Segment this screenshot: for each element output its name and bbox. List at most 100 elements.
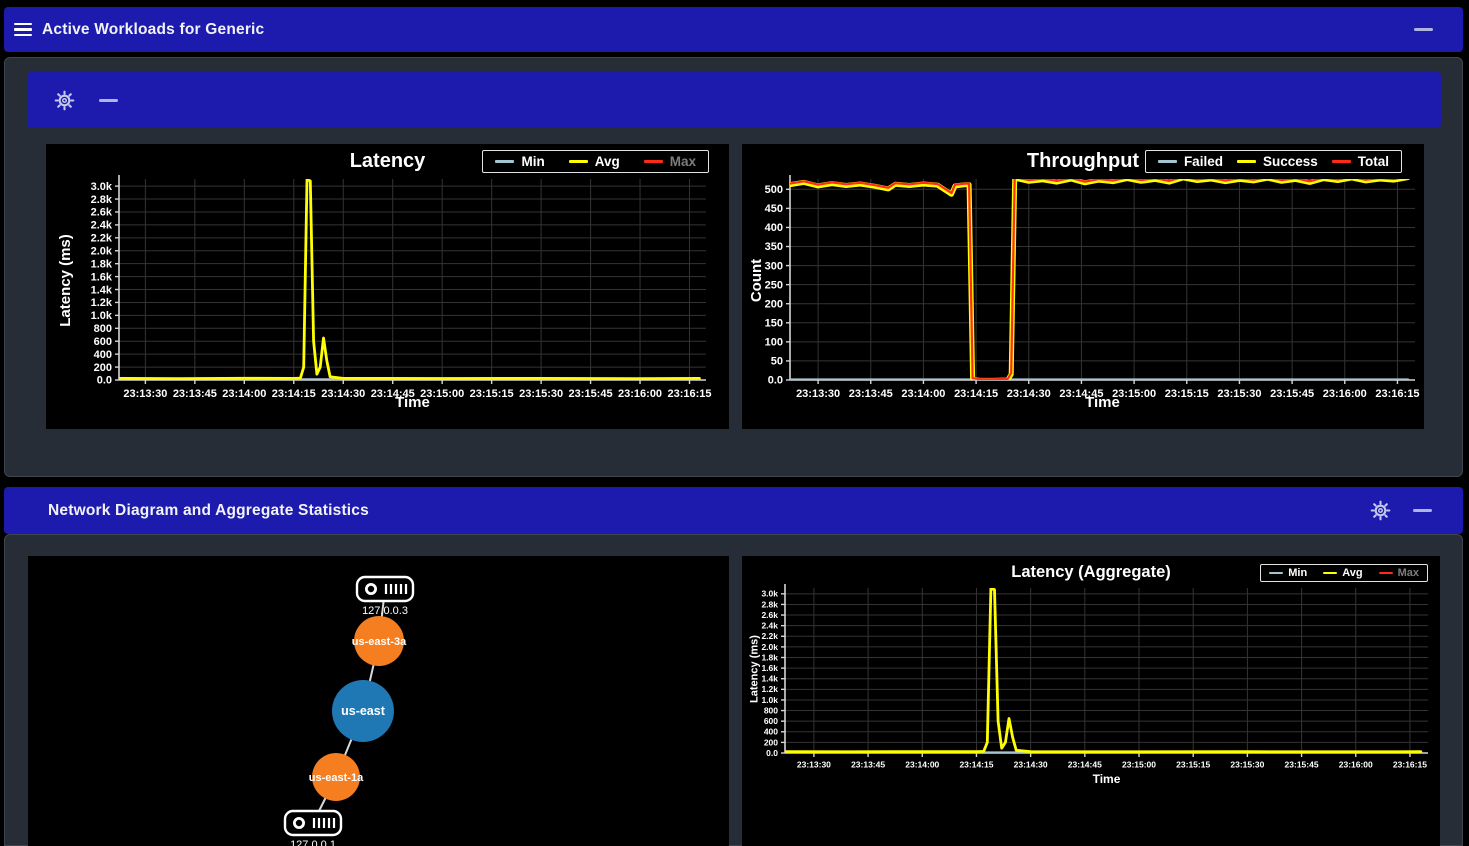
legend-dash-icon: [569, 160, 588, 163]
y-tick-label: 300: [765, 260, 783, 272]
legend-item-failed[interactable]: Failed: [1158, 154, 1223, 169]
network-node-127-0-0-1[interactable]: 127.0.0.1: [285, 811, 341, 846]
y-tick-label: 2.6k: [91, 207, 113, 219]
node-label: 127.0.0.1: [290, 839, 336, 846]
legend-item-min[interactable]: Min: [1269, 567, 1307, 579]
y-tick-label: 600: [94, 336, 112, 348]
legend-item-success[interactable]: Success: [1237, 154, 1318, 169]
window-title-bar: Active Workloads for Generic: [4, 7, 1463, 52]
legend-dash-icon: [644, 160, 663, 163]
network-node-us-east-1a[interactable]: us-east-1a: [309, 753, 364, 801]
network-node-us-east-3a[interactable]: us-east-3a: [352, 616, 407, 666]
y-tick-label: 2.2k: [761, 631, 778, 641]
y-tick-label: 2.0k: [91, 245, 113, 257]
y-axis-label: Latency (ms): [749, 587, 761, 752]
legend-item-avg[interactable]: Avg: [569, 154, 620, 169]
y-tick-label: 600: [764, 716, 778, 726]
node-label: us-east-1a: [309, 772, 364, 784]
y-tick-label: 800: [94, 323, 112, 335]
y-tick-label: 3.0k: [91, 181, 113, 193]
y-tick-label: 400: [764, 727, 778, 737]
y-tick-label: 1.2k: [761, 684, 778, 694]
latency-plot: 0.02004006008001.0k1.2k1.4k1.6k1.8k2.0k2…: [46, 144, 729, 429]
latency-aggregate-plot: 0.02004006008001.0k1.2k1.4k1.6k1.8k2.0k2…: [742, 556, 1440, 846]
x-tick-label: 23:14:30: [1014, 760, 1048, 770]
y-tick-label: 1.4k: [91, 284, 113, 296]
x-tick-label: 23:15:00: [1122, 760, 1156, 770]
network-section-header: Network Diagram and Aggregate Statistics: [4, 487, 1463, 534]
legend-item-min[interactable]: Min: [495, 154, 544, 169]
x-tick-label: 23:13:45: [851, 760, 885, 770]
y-tick-label: 50: [771, 356, 783, 368]
x-tick-label: 23:14:00: [905, 760, 939, 770]
gear-icon[interactable]: [53, 89, 75, 111]
legend-item-avg[interactable]: Avg: [1323, 567, 1362, 579]
node-label: us-east-3a: [352, 636, 407, 648]
throughput-plot: 0.05010015020025030035040045050023:13:30…: [742, 144, 1424, 429]
panel-collapse-icon[interactable]: [99, 99, 118, 102]
series-avg: [785, 589, 1421, 752]
y-tick-label: 400: [94, 349, 112, 361]
hamburger-icon[interactable]: [14, 20, 32, 39]
window-title: Active Workloads for Generic: [42, 21, 264, 39]
legend-dash-icon: [495, 160, 514, 163]
y-tick-label: 500: [765, 184, 783, 196]
y-tick-label: 450: [765, 203, 783, 215]
network-node-127-0-0-3[interactable]: 127.0.0.3: [357, 577, 413, 617]
legend-label: Total: [1358, 154, 1389, 169]
x-tick-label: 23:14:15: [959, 760, 993, 770]
y-tick-label: 200: [765, 298, 783, 310]
legend-dash-icon: [1323, 572, 1337, 575]
workloads-section: 0.02004006008001.0k1.2k1.4k1.6k1.8k2.0k2…: [4, 57, 1463, 477]
gear-icon[interactable]: [1369, 500, 1391, 522]
legend-label: Max: [1398, 567, 1419, 579]
x-tick-label: 23:14:45: [1068, 760, 1102, 770]
panel-collapse-icon[interactable]: [1413, 509, 1432, 512]
x-axis-label: Time: [790, 394, 1415, 411]
latency-aggregate-legend: Min Avg Max: [1260, 564, 1428, 582]
legend-label: Min: [1288, 567, 1307, 579]
legend-dash-icon: [1158, 160, 1177, 163]
legend-item-max[interactable]: Max: [644, 154, 696, 169]
x-tick-label: 23:13:30: [797, 760, 831, 770]
y-tick-label: 200: [94, 362, 112, 374]
network-section-title: Network Diagram and Aggregate Statistics: [48, 502, 369, 520]
y-tick-label: 2.6k: [761, 610, 778, 620]
throughput-legend: Failed Success Total: [1145, 150, 1402, 173]
y-tick-label: 350: [765, 241, 783, 253]
y-axis-label: Count: [748, 180, 765, 381]
y-tick-label: 1.4k: [761, 674, 778, 684]
legend-item-total[interactable]: Total: [1332, 154, 1389, 169]
window-minimize-icon[interactable]: [1414, 28, 1433, 31]
legend-label: Failed: [1184, 154, 1223, 169]
latency-legend: Min Avg Max: [482, 150, 709, 173]
y-tick-label: 1.6k: [761, 663, 778, 673]
legend-label: Avg: [595, 154, 620, 169]
y-tick-label: 1.8k: [761, 652, 778, 662]
x-tick-label: 23:15:30: [1230, 760, 1264, 770]
y-tick-label: 100: [765, 337, 783, 349]
y-tick-label: 2.4k: [91, 220, 113, 232]
workloads-panel-header: [27, 72, 1441, 128]
x-axis-label: Time: [119, 394, 706, 411]
y-tick-label: 2.2k: [91, 233, 113, 245]
legend-dash-icon: [1237, 160, 1256, 163]
legend-dash-icon: [1379, 572, 1393, 575]
y-tick-label: 250: [765, 279, 783, 291]
y-tick-label: 150: [765, 318, 783, 330]
throughput-chart-card: 0.05010015020025030035040045050023:13:30…: [742, 144, 1424, 429]
network-diagram-card: 127.0.0.3 us-east-3a us-east us-east-1a 127.…: [28, 556, 729, 846]
x-tick-label: 23:15:45: [1285, 760, 1319, 770]
legend-dash-icon: [1332, 160, 1351, 163]
y-tick-label: 2.8k: [91, 194, 113, 206]
y-tick-label: 1.0k: [91, 310, 113, 322]
network-node-us-east[interactable]: us-east: [332, 680, 394, 742]
legend-item-max[interactable]: Max: [1379, 567, 1419, 579]
node-label: us-east: [341, 704, 386, 718]
y-tick-label: 1.2k: [91, 297, 113, 309]
legend-label: Avg: [1342, 567, 1362, 579]
series-avg: [119, 180, 699, 379]
legend-label: Min: [521, 154, 544, 169]
y-tick-label: 1.0k: [761, 695, 778, 705]
node-label: 127.0.0.3: [362, 605, 408, 617]
